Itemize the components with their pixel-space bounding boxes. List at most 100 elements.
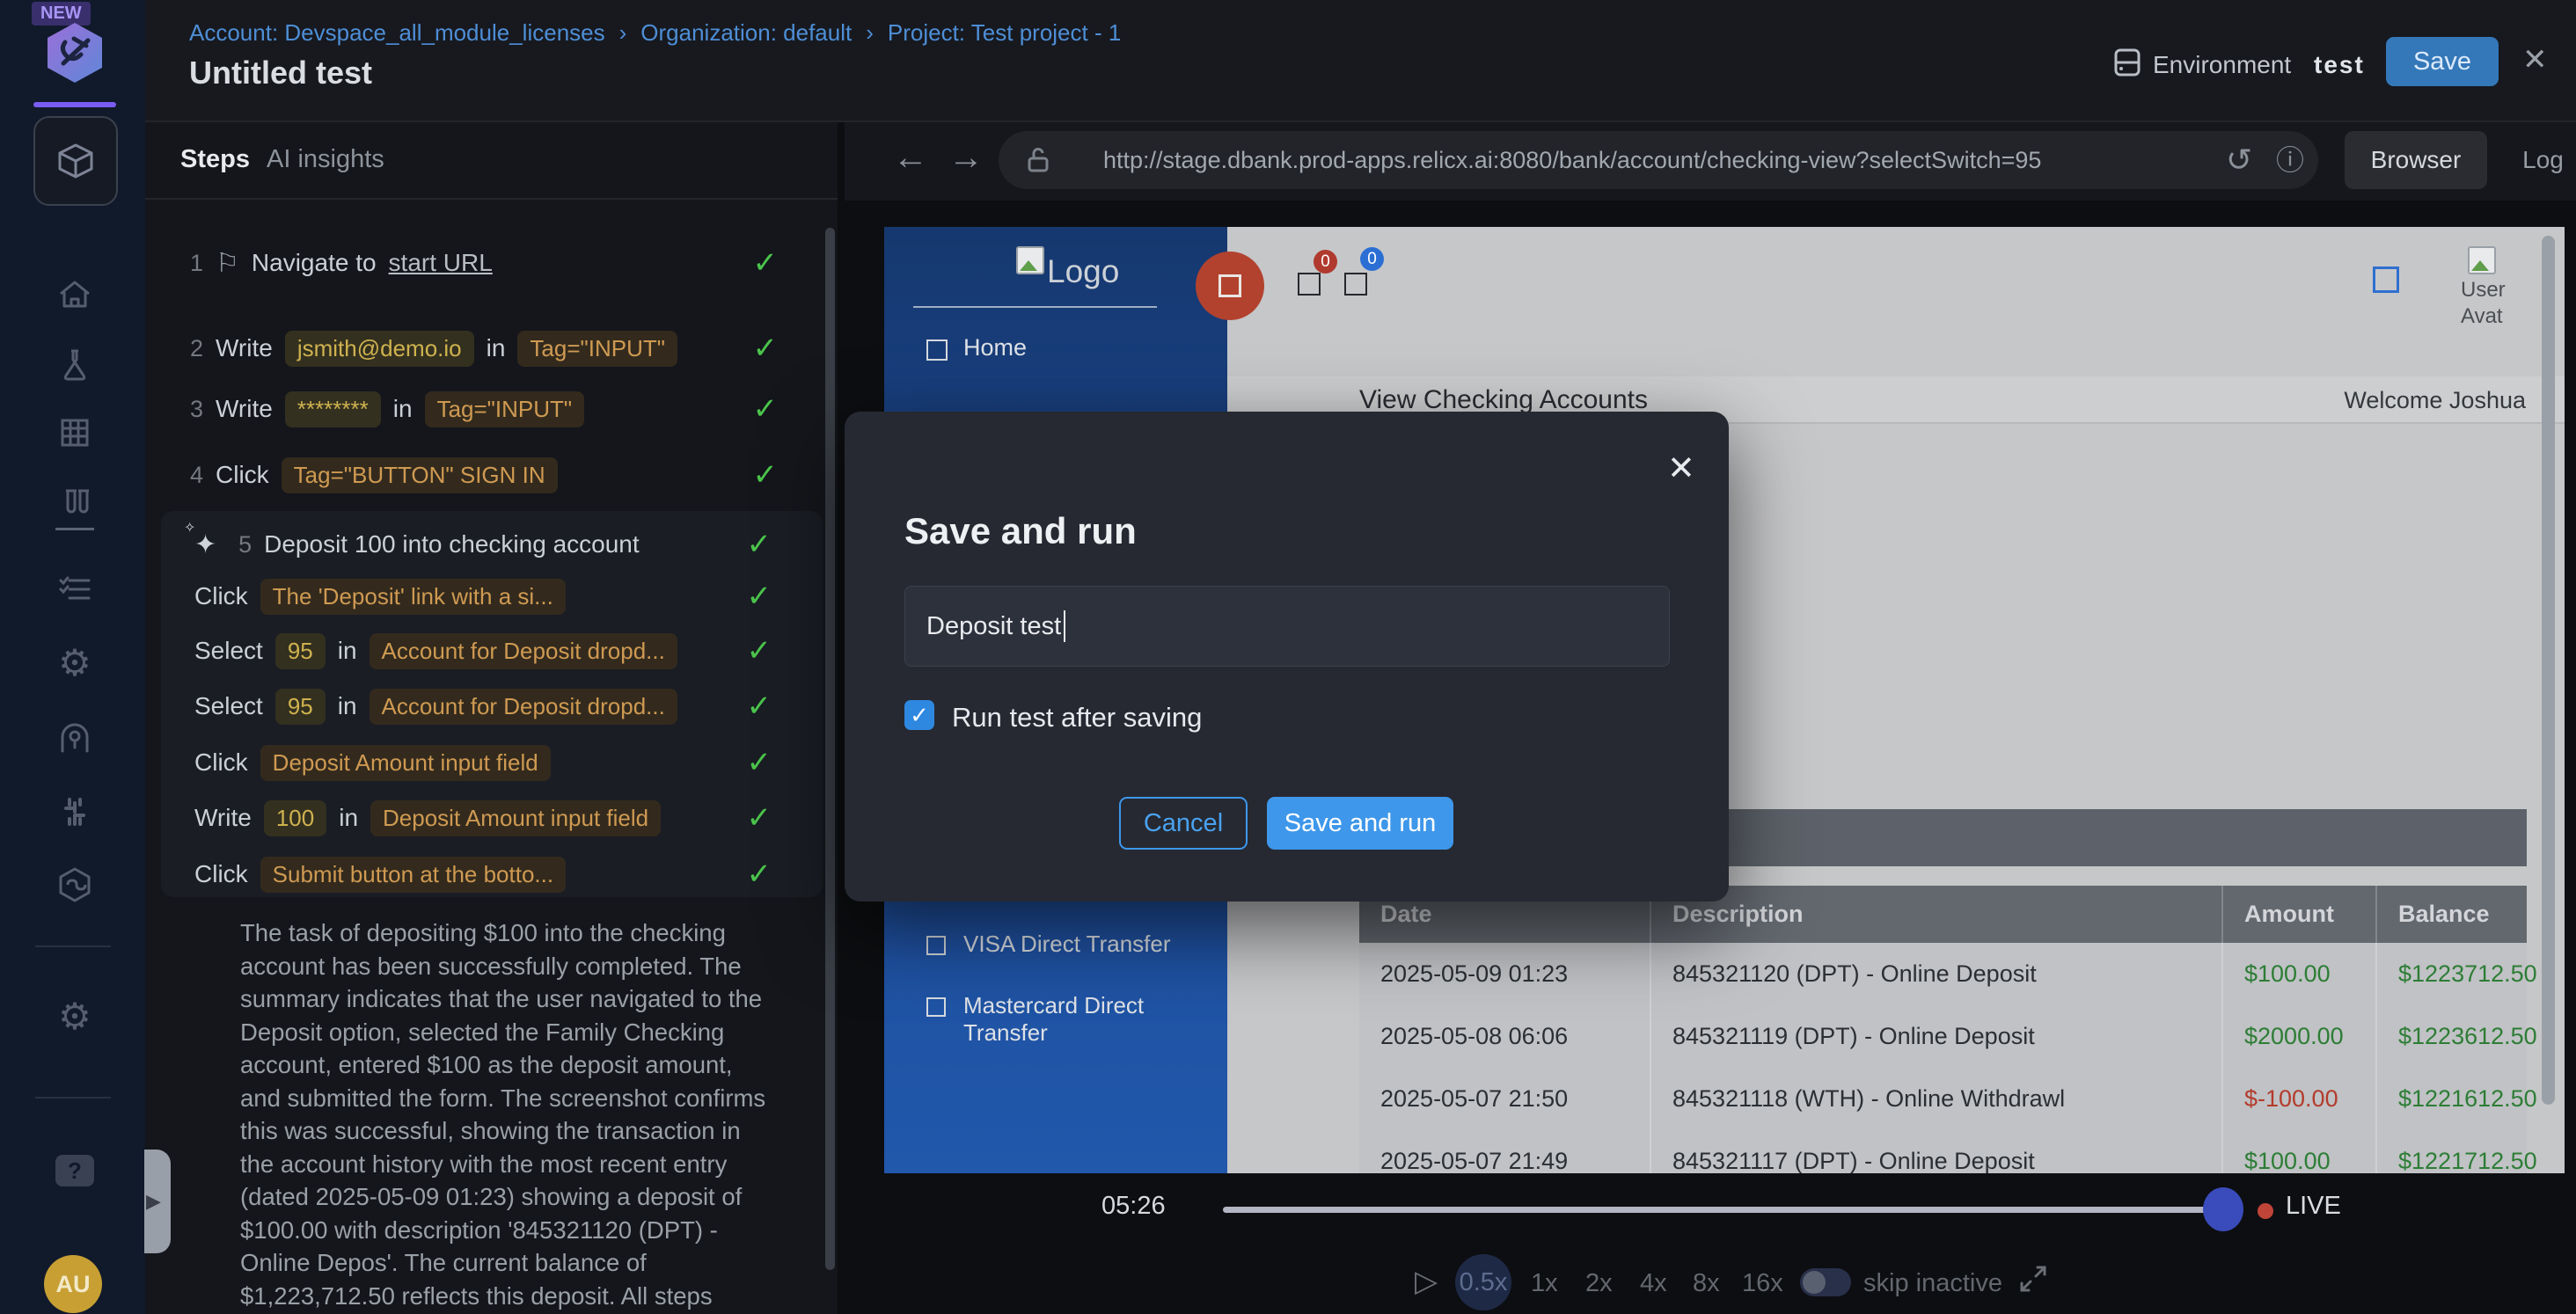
forward-icon[interactable]: → — [948, 138, 984, 178]
substep-row-4[interactable]: Click Deposit Amount input field ✓ — [194, 741, 796, 784]
sidebar-item-settings[interactable]: ⚙ — [54, 641, 96, 683]
step-action: Select — [194, 637, 263, 665]
tab-browser[interactable]: Browser — [2345, 131, 2487, 189]
step-value-badge: 95 — [275, 633, 326, 669]
step-locator-badge: Account for Deposit dropd... — [370, 689, 677, 725]
substep-row-6[interactable]: Click Submit button at the botto... ✓ — [194, 853, 796, 895]
user-avatar-broken-image-icon[interactable] — [2468, 246, 2496, 274]
table-row[interactable]: 2025-05-09 01:23 845321120 (DPT) - Onlin… — [1359, 943, 2527, 1008]
table-row[interactable]: 2025-05-07 21:50 845321118 (WTH) - Onlin… — [1359, 1068, 2527, 1133]
back-icon[interactable]: ← — [893, 138, 928, 178]
speed-8x-button[interactable]: 8x — [1693, 1269, 1720, 1298]
panel-collapse-handle[interactable]: ▶ — [144, 1150, 171, 1253]
page-title: Untitled test — [189, 55, 372, 91]
substep-row-2[interactable]: Select 95 in Account for Deposit dropd..… — [194, 630, 796, 672]
step-success-icon: ✓ — [753, 391, 779, 427]
sidebar-item-api[interactable] — [54, 864, 96, 906]
live-label: LIVE — [2286, 1192, 2341, 1221]
home-icon — [55, 276, 94, 315]
sidebar-item-runs[interactable] — [54, 568, 96, 610]
table-row[interactable]: 2025-05-07 21:49 845321117 (DPT) - Onlin… — [1359, 1130, 2527, 1173]
tab-log[interactable]: Log — [2506, 131, 2576, 189]
test-name-input[interactable]: Deposit test — [904, 586, 1670, 667]
steps-scrollbar[interactable] — [825, 228, 835, 1270]
breadcrumb-organization[interactable]: Organization: default — [640, 19, 852, 47]
environment-value[interactable]: test — [2314, 51, 2365, 79]
bank-nav-visa-transfer[interactable]: VISA Direct Transfer — [963, 931, 1171, 958]
url-text[interactable]: http://stage.dbank.prod-apps.relicx.ai:8… — [1103, 131, 2041, 189]
checkbox-label: Run test after saving — [952, 702, 1202, 734]
close-icon[interactable]: ✕ — [2522, 42, 2548, 77]
breadcrumb-project[interactable]: Project: Test project - 1 — [888, 19, 1121, 47]
step-row-2[interactable]: 2 Write jsmith@demo.io in Tag="INPUT" ✓ — [180, 327, 820, 369]
table-row[interactable]: 2025-05-08 06:06 845321119 (DPT) - Onlin… — [1359, 1005, 2527, 1070]
sidebar-item-suites[interactable] — [54, 412, 96, 454]
flask-icon — [55, 346, 94, 384]
substep-row-1[interactable]: Click The 'Deposit' link with a si... ✓ — [194, 575, 796, 617]
tab-steps[interactable]: Steps — [180, 145, 250, 174]
sidebar-item-integrations[interactable] — [54, 791, 96, 833]
fullscreen-expand-icon[interactable] — [2016, 1262, 2050, 1300]
sidebar-item-admin-settings[interactable]: ⚙ — [54, 995, 96, 1037]
step-connector: in — [487, 334, 506, 362]
tab-ai-insights[interactable]: AI insights — [267, 145, 384, 174]
bank-logo-text: Logo — [1047, 253, 1119, 290]
flag-icon: ⚐ — [216, 248, 239, 279]
url-bar[interactable]: http://stage.dbank.prod-apps.relicx.ai:8… — [999, 131, 2318, 189]
cube-icon — [55, 140, 97, 182]
skip-inactive-toggle[interactable] — [1800, 1268, 1851, 1296]
cell-amount: $2000.00 — [2221, 1005, 2375, 1068]
step-action: Click — [216, 461, 269, 489]
left-icon-rail: NEW ⚙ — [0, 0, 145, 1314]
breadcrumb-account[interactable]: Account: Devspace_all_module_licenses — [189, 19, 605, 47]
help-chat-icon[interactable]: ? — [55, 1155, 94, 1186]
app-logo-icon[interactable] — [48, 23, 102, 83]
column-description: Description — [1650, 886, 2221, 943]
checkbox-check-icon: ✓ — [910, 702, 929, 729]
breadcrumb: Account: Devspace_all_module_licenses › … — [189, 19, 1121, 47]
speed-1x-button[interactable]: 1x — [1531, 1269, 1558, 1298]
sidebar-item-sessions[interactable] — [54, 718, 96, 760]
step-row-3[interactable]: 3 Write ******** in Tag="INPUT" ✓ — [180, 388, 820, 430]
playback-knob[interactable] — [2203, 1187, 2243, 1231]
user-monitor-icon — [55, 719, 94, 758]
notification-circle-icon[interactable] — [1196, 252, 1264, 320]
step-row-1[interactable]: 1 ⚐ Navigate to start URL ✓ — [180, 242, 820, 284]
sidebar-item-lab[interactable] — [54, 344, 96, 386]
cancel-button[interactable]: Cancel — [1119, 797, 1248, 850]
info-icon[interactable]: ⓘ — [2276, 131, 2304, 189]
substep-row-3[interactable]: Select 95 in Account for Deposit dropd..… — [194, 685, 796, 727]
sidebar-item-tests[interactable] — [54, 482, 96, 524]
bank-nav-mastercard-transfer[interactable]: Mastercard Direct Transfer — [963, 992, 1227, 1047]
user-avatar[interactable]: AU — [44, 1255, 102, 1313]
modal-close-icon[interactable]: ✕ — [1667, 449, 1695, 488]
step-value-badge: jsmith@demo.io — [285, 331, 474, 367]
speed-2x-button[interactable]: 2x — [1585, 1269, 1613, 1298]
step-success-icon: ✓ — [753, 331, 779, 366]
viewport-scrollbar[interactable] — [2542, 236, 2555, 1105]
speed-0-5x-button[interactable]: 0.5x — [1455, 1254, 1511, 1310]
substep-row-5[interactable]: Write 100 in Deposit Amount input field … — [194, 797, 796, 839]
step-row-5[interactable]: ✦✧ 5 Deposit 100 into checking account ✓ — [194, 520, 796, 569]
sidebar-item-builder-active[interactable] — [33, 116, 118, 206]
playback-track[interactable] — [1223, 1207, 2215, 1213]
step-row-4[interactable]: 4 Click Tag="BUTTON" SIGN IN ✓ — [180, 454, 820, 496]
messages-broken-image-icon[interactable] — [1344, 273, 1367, 296]
start-url-link[interactable]: start URL — [389, 249, 493, 277]
run-after-saving-checkbox[interactable]: ✓ — [904, 700, 934, 730]
sidebar-item-home[interactable] — [54, 274, 96, 317]
speed-4x-button[interactable]: 4x — [1640, 1269, 1667, 1298]
welcome-text: Welcome Joshua — [2344, 387, 2526, 414]
lock-icon — [1027, 131, 1050, 199]
app-window: NEW ⚙ — [0, 0, 2576, 1314]
speed-16x-button[interactable]: 16x — [1742, 1269, 1783, 1298]
save-button[interactable]: Save — [2386, 37, 2499, 86]
refresh-icon[interactable]: ↺ — [2226, 131, 2252, 189]
play-icon[interactable]: ▷ — [1415, 1264, 1438, 1299]
bank-nav-home[interactable]: Home — [963, 334, 1027, 361]
bank-sidebar-divider — [913, 306, 1157, 308]
alerts-broken-image-icon[interactable] — [1298, 273, 1321, 296]
step-action: Write — [194, 804, 252, 832]
save-and-run-button[interactable]: Save and run — [1267, 797, 1453, 850]
step-success-icon: ✓ — [747, 527, 772, 562]
